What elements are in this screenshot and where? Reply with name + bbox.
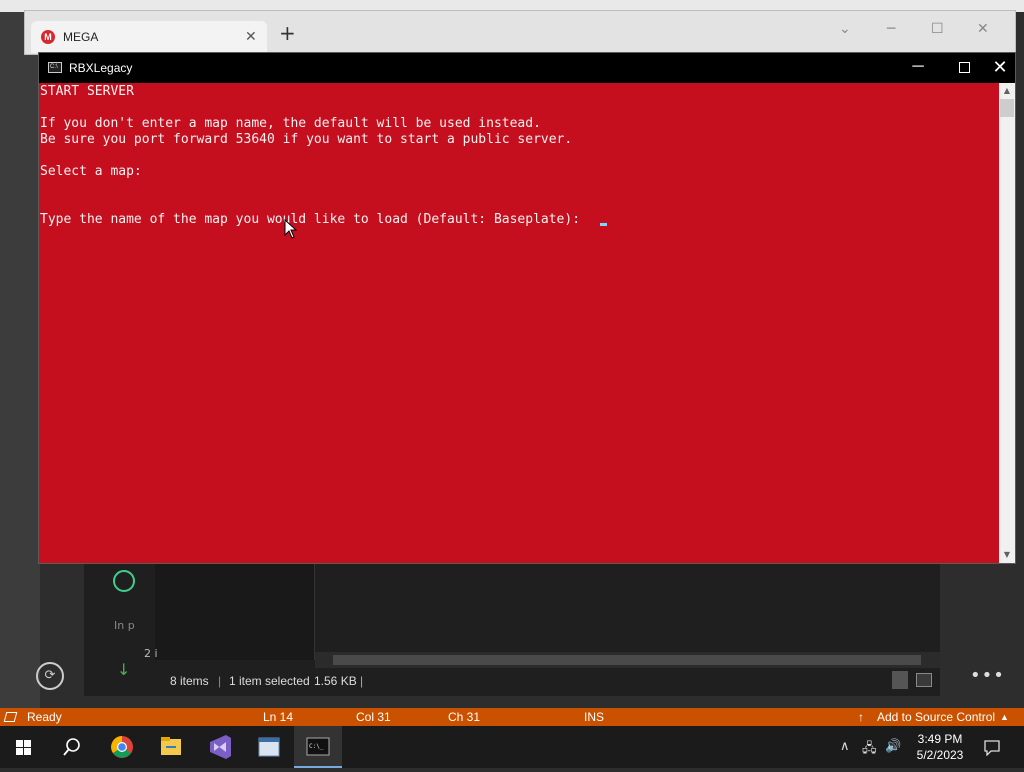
chrome-icon	[111, 736, 133, 758]
taskbar-chrome[interactable]	[98, 726, 146, 768]
column-number: Col 31	[356, 710, 391, 724]
maximize-icon	[959, 62, 970, 73]
status-ready: Ready	[27, 710, 62, 724]
console-output[interactable]: START SERVER If you don't enter a map na…	[39, 83, 999, 563]
text-cursor	[600, 223, 607, 226]
explorer-status-bar: 8 items | 1 item selected 1.56 KB |	[160, 670, 940, 692]
ready-icon	[3, 712, 18, 722]
windows-logo-icon	[16, 740, 31, 755]
browser-tab-title: MEGA	[63, 30, 99, 44]
more-options-icon[interactable]: •••	[970, 665, 1005, 686]
navigation-pane	[155, 563, 315, 660]
download-arrow-icon[interactable]: ↓	[117, 660, 130, 679]
taskbar-app[interactable]	[245, 726, 293, 768]
insert-mode: INS	[584, 710, 605, 724]
browser-tab[interactable]: M MEGA ✕	[31, 21, 267, 53]
selection-count: 1 item selected	[229, 674, 310, 688]
volume-icon[interactable]: 🔊	[885, 739, 901, 754]
sync-icon[interactable]: ⟳	[36, 662, 64, 690]
add-to-source-control[interactable]: Add to Source Control	[877, 710, 995, 724]
caret-up-icon[interactable]: ▲	[1000, 712, 1009, 722]
maximize-button[interactable]	[941, 53, 987, 83]
line-number: Ln 14	[263, 710, 294, 724]
horizontal-scroll-thumb[interactable]	[333, 655, 921, 665]
clock-date: 5/2/2023	[916, 748, 964, 762]
app-window-icon	[258, 737, 280, 757]
console-prompt-line: Type the name of the map you would like …	[40, 212, 588, 227]
svg-text:C:\_: C:\_	[309, 743, 324, 750]
taskbar-file-explorer[interactable]	[147, 726, 195, 768]
divider: |	[218, 674, 222, 688]
new-tab-button[interactable]: +	[279, 23, 296, 43]
console-icon: C:\_	[306, 737, 330, 756]
visual-studio-icon	[210, 735, 231, 759]
browser-close-button[interactable]: ✕	[977, 21, 989, 37]
tiles-view-icon[interactable]	[916, 673, 932, 687]
search-icon	[63, 738, 80, 756]
folder-icon	[161, 737, 181, 755]
close-button[interactable]: ✕	[985, 53, 1015, 83]
vertical-scrollbar[interactable]: ▲ ▼	[999, 83, 1015, 563]
background-window-edge	[0, 0, 40, 708]
scroll-down-arrow-icon[interactable]: ▼	[999, 547, 1015, 563]
network-icon[interactable]: 🖧	[862, 739, 877, 761]
taskbar-clock[interactable]: 3:49 PM 5/2/2023	[905, 731, 975, 763]
browser-minimize-button[interactable]: ─	[887, 21, 895, 37]
divider: |	[360, 674, 364, 688]
ide-status-bar: Ready Ln 14 Col 31 Ch 31 INS ↑ Add to So…	[0, 708, 1024, 726]
scroll-up-arrow-icon[interactable]: ▲	[999, 83, 1015, 99]
console-app-icon: C:\	[48, 62, 62, 73]
console-title-bar[interactable]: C:\ RBXLegacy ─ ✕	[39, 53, 1015, 83]
mega-logo-icon: M	[41, 30, 55, 44]
truncated-label: In p	[114, 619, 135, 632]
minimize-button[interactable]: ─	[895, 53, 941, 83]
vertical-scroll-thumb[interactable]	[1000, 99, 1014, 117]
clock-time: 3:49 PM	[917, 732, 963, 746]
chevron-down-icon[interactable]: ⌄	[839, 21, 851, 37]
show-hidden-icons-chevron[interactable]: ∧	[840, 739, 850, 754]
taskbar: C:\_ ∧ 🖧 🔊 3:49 PM 5/2/2023	[0, 726, 1024, 768]
console-window: C:\ RBXLegacy ─ ✕ START SERVER If you do…	[38, 52, 1016, 564]
taskbar-console[interactable]: C:\_	[294, 726, 342, 768]
details-view-icon[interactable]	[892, 671, 908, 689]
tab-close-icon[interactable]: ✕	[245, 28, 257, 45]
console-line: Select a map:	[40, 164, 142, 179]
browser-maximize-button[interactable]: ☐	[931, 21, 944, 37]
search-button[interactable]	[48, 726, 96, 768]
upload-arrow-icon[interactable]: ↑	[858, 710, 864, 724]
mouse-pointer-icon	[284, 219, 298, 239]
selection-size: 1.56 KB	[314, 674, 357, 688]
console-line: START SERVER	[40, 84, 134, 99]
window-title: RBXLegacy	[69, 61, 133, 75]
truncated-count: 2 i	[144, 647, 158, 660]
console-line: If you don't enter a map name, the defau…	[40, 116, 541, 131]
download-status-icon	[113, 570, 135, 592]
start-button[interactable]	[0, 726, 48, 768]
taskbar-visual-studio[interactable]	[196, 726, 244, 768]
console-line: Be sure you port forward 53640 if you wa…	[40, 132, 573, 147]
notifications-icon[interactable]	[983, 739, 1001, 756]
browser-window: M MEGA ✕ + ⌄ ─ ☐ ✕	[24, 10, 1016, 55]
char-number: Ch 31	[448, 710, 481, 724]
item-count: 8 items	[170, 674, 209, 688]
